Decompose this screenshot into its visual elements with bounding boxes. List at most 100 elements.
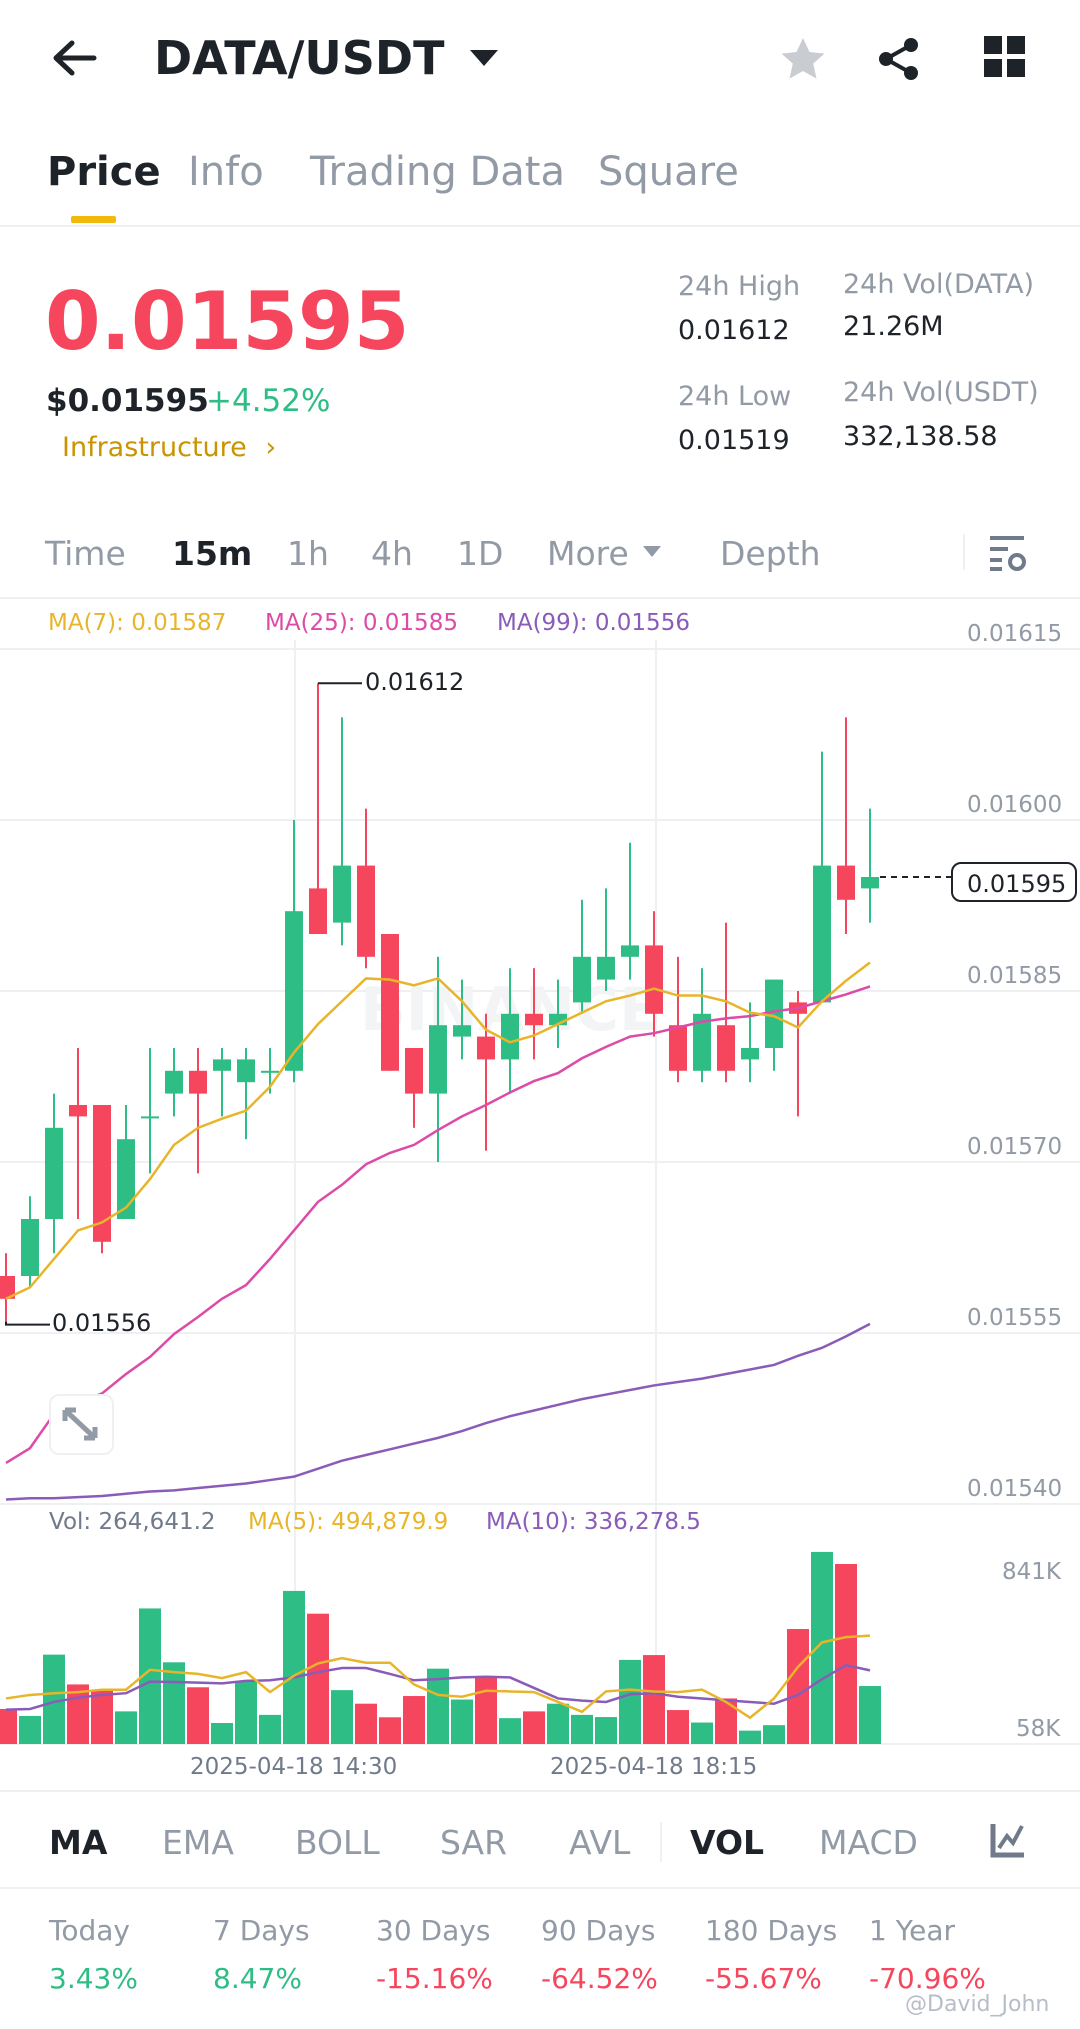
candle-body [165,1070,183,1094]
volume-bar [43,1654,65,1744]
chevron-right-icon: › [265,432,277,463]
volume-bar [547,1703,569,1744]
candle-body [405,1048,423,1094]
volume-bar [499,1718,521,1744]
perf-label: Today [49,1914,130,1947]
grid-icon[interactable] [984,36,1026,78]
indicator-sar[interactable]: SAR [440,1826,507,1859]
volume-bar [619,1659,641,1744]
volume-bar [859,1686,881,1744]
interval-more[interactable]: More [547,537,629,570]
volume-bar [187,1687,209,1744]
volume-bar [0,1708,17,1744]
volume-bar [523,1711,545,1744]
perf-value: 8.47% [213,1962,302,1995]
candle-body [597,956,615,980]
tab-info[interactable]: Info [188,152,264,192]
indicator-ema[interactable]: EMA [162,1826,234,1859]
pair-title[interactable]: DATA/USDT [154,35,444,81]
caret-down-icon[interactable] [470,48,498,68]
divider [0,1887,1080,1889]
candle-body [501,1013,519,1060]
vol-legend: Vol: 264,641.2 [49,1509,216,1535]
price-change: +4.52% [206,383,331,419]
candle-body [357,865,375,957]
share-icon[interactable] [876,36,922,82]
interval-1h[interactable]: 1h [287,537,329,570]
arrow-left-icon[interactable] [50,38,98,78]
interval-15m[interactable]: 15m [172,537,252,570]
low-value: 0.01519 [678,425,790,456]
interval-4h[interactable]: 4h [371,537,413,570]
divider [660,1822,662,1862]
indicator-vol[interactable]: VOL [690,1826,764,1859]
category-tag[interactable]: Infrastructure › [62,434,276,461]
candle-body [717,1025,735,1071]
current-price-tag: 0.01595 [951,862,1077,902]
indicator-ma[interactable]: MA [49,1826,107,1859]
candle-body [333,865,351,923]
vol-axis-label: 841K [1002,1559,1061,1585]
perf-label: 1 Year [869,1914,955,1947]
vol-axis-label: 58K [1016,1716,1061,1742]
volume-bar [403,1696,425,1744]
vol-ma10-legend: MA(10): 336,278.5 [486,1509,701,1535]
candle-body [21,1219,39,1276]
volume-bar [283,1590,305,1744]
interval-1d[interactable]: 1D [457,537,503,570]
active-tab-indicator [71,216,116,223]
volume-bar [211,1722,233,1744]
volume-bar [763,1725,785,1744]
volume-bar [811,1551,833,1744]
candle-body [669,1025,687,1071]
candle-body [213,1059,231,1071]
divider [0,225,1080,227]
perf-value: -15.16% [376,1962,493,1995]
perf-label: 180 Days [705,1914,838,1947]
perf-value: -55.67% [705,1962,822,1995]
tab-trading-data[interactable]: Trading Data [310,152,565,192]
star-icon[interactable] [780,36,826,80]
indicator-settings-icon[interactable] [990,1822,1026,1858]
indicator-macd[interactable]: MACD [819,1826,918,1859]
candle-body [141,1116,159,1119]
volume-bar [19,1715,41,1744]
interval-time[interactable]: Time [45,537,126,570]
interval-depth[interactable]: Depth [720,537,821,570]
indicator-boll[interactable]: BOLL [295,1826,380,1859]
chart-settings-icon[interactable] [988,534,1028,572]
divider [0,597,1080,599]
high-label: 24h High [678,271,801,302]
price-axis-label: 0.01585 [967,963,1063,989]
volume-bar [379,1717,401,1744]
volume-bar [91,1689,113,1744]
time-axis-label: 2025-04-18 14:30 [190,1754,398,1780]
candle-body [237,1059,255,1083]
volume-bar [667,1710,689,1744]
volume-bar [739,1730,761,1744]
indicator-avl[interactable]: AVL [569,1826,630,1859]
candle-body [621,945,639,957]
expand-chart-button[interactable] [49,1394,114,1455]
vol-quote-label: 24h Vol(USDT) [843,377,1039,408]
tab-price[interactable]: Price [47,152,161,192]
volume-bar [235,1680,257,1744]
candle-body [741,1048,759,1060]
vol-quote-value: 332,138.58 [843,421,998,452]
expand-icon [62,1407,98,1441]
candle-body [861,877,879,889]
perf-label: 7 Days [213,1914,310,1947]
low-label: 24h Low [678,381,792,412]
volume-bar [451,1699,473,1744]
tab-square[interactable]: Square [598,152,739,192]
ma25-legend: MA(25): 0.01585 [265,610,458,636]
watermark: @David_John [905,1992,1050,2017]
volume-bar [115,1711,137,1744]
volume-bar [691,1722,713,1744]
last-price: 0.01595 [45,275,410,368]
ma99-line [5,1322,871,1501]
caret-down-icon [643,546,661,557]
candle-body [189,1070,207,1094]
candle-body [813,865,831,1003]
volume-bar [715,1698,737,1744]
